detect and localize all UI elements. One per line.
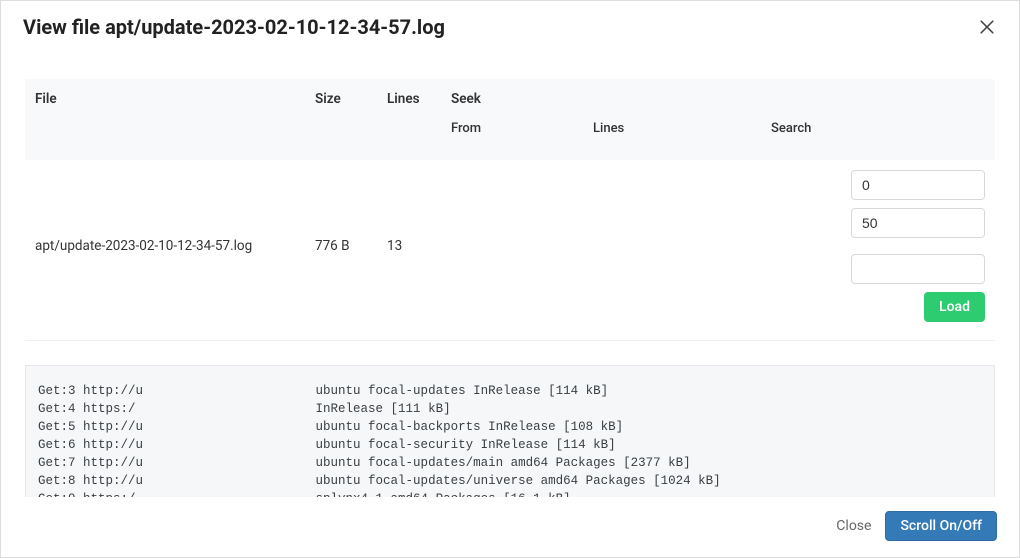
td-file: apt/update-2023-02-10-12-34-57.log xyxy=(25,238,305,254)
dialog-title: View file apt/update-2023-02-10-12-34-57… xyxy=(23,15,445,39)
seek-search-input[interactable] xyxy=(851,254,985,284)
seek-lines-label: Lines xyxy=(593,121,727,148)
seek-lines-input[interactable] xyxy=(851,208,985,238)
dialog-footer: Close Scroll On/Off xyxy=(1,497,1019,557)
dialog-header: View file apt/update-2023-02-10-12-34-57… xyxy=(1,1,1019,49)
seek-from-input[interactable] xyxy=(851,170,985,200)
td-lines: 13 xyxy=(377,238,441,254)
file-table: File Size Lines Seek From Lines Search a… xyxy=(25,79,995,341)
th-seek: Seek From Lines Search xyxy=(441,79,995,160)
th-file: File xyxy=(25,79,305,160)
table-header-row: File Size Lines Seek From Lines Search xyxy=(25,79,995,160)
seek-search-label: Search xyxy=(771,121,905,148)
th-lines: Lines xyxy=(377,79,441,160)
seek-labels-row: From Lines Search xyxy=(451,121,985,148)
table-row: apt/update-2023-02-10-12-34-57.log 776 B… xyxy=(25,160,995,341)
close-button[interactable]: Close xyxy=(836,518,871,534)
th-size: Size xyxy=(305,79,377,160)
scroll-toggle-button[interactable]: Scroll On/Off xyxy=(885,511,997,541)
seek-from-label: From xyxy=(451,121,585,148)
close-icon[interactable] xyxy=(977,17,997,37)
dialog-body[interactable]: File Size Lines Seek From Lines Search a… xyxy=(1,49,1019,497)
td-size: 776 B xyxy=(305,238,377,254)
th-seek-label: Seek xyxy=(451,91,985,115)
load-button[interactable]: Load xyxy=(924,292,985,322)
log-output[interactable] xyxy=(25,365,995,497)
td-seek: Load xyxy=(441,170,995,322)
